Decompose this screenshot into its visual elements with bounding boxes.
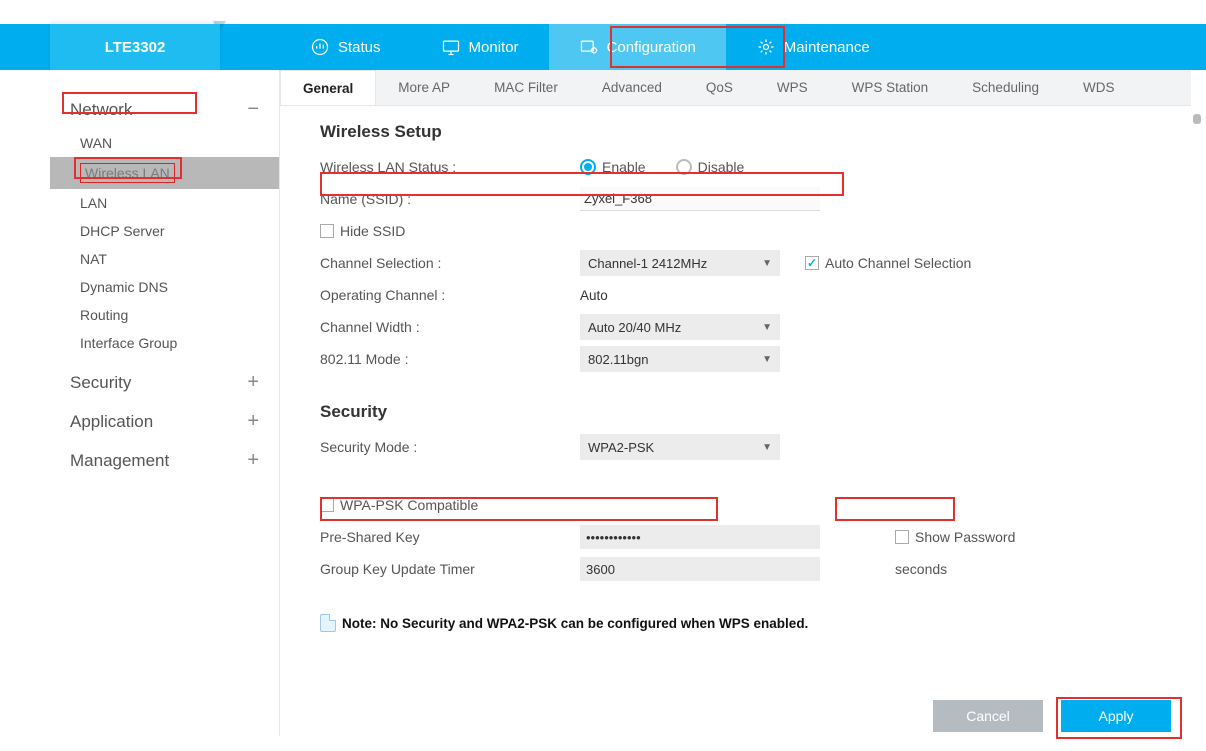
nav-status-label: Status	[338, 39, 381, 56]
operating-channel-label: Operating Channel :	[320, 287, 580, 303]
subtab-qos[interactable]: QoS	[684, 70, 755, 105]
expand-icon: +	[247, 371, 259, 394]
gkut-label: Group Key Update Timer	[320, 561, 580, 577]
sidebar-item-interface-group[interactable]: Interface Group	[50, 329, 279, 357]
device-name: LTE3302	[105, 39, 166, 56]
psk-label: Pre-Shared Key	[320, 529, 580, 545]
hide-ssid-checkbox[interactable]: Hide SSID	[320, 223, 405, 239]
show-password-checkbox[interactable]: Show Password	[895, 529, 1015, 545]
ssid-input[interactable]	[580, 187, 820, 211]
gkut-input[interactable]: 3600	[580, 557, 820, 581]
sidebar-section-label: Network	[70, 100, 132, 120]
wireless-status-label: Wireless LAN Status :	[320, 159, 580, 175]
sidebar-item-nat[interactable]: NAT	[50, 245, 279, 273]
chevron-down-icon: ▼	[762, 258, 772, 269]
status-icon	[310, 37, 330, 57]
wireless-setup-heading: Wireless Setup	[320, 122, 1151, 142]
sidebar: Network − WAN Wireless LAN LAN DHCP Serv…	[50, 70, 280, 736]
radio-disable[interactable]: Disable	[676, 159, 745, 175]
nav-monitor[interactable]: Monitor	[411, 24, 549, 70]
note-text: Note: No Security and WPA2-PSK can be co…	[342, 616, 808, 631]
wpa-psk-compatible-checkbox[interactable]: WPA-PSK Compatible	[320, 497, 478, 513]
apply-button[interactable]: Apply	[1061, 700, 1171, 732]
expand-icon: +	[247, 449, 259, 472]
auto-channel-checkbox[interactable]: Auto Channel Selection	[805, 255, 971, 271]
content-panel: Wireless Setup Wireless LAN Status : Ena…	[280, 106, 1191, 691]
configuration-icon	[579, 37, 599, 57]
mode-select[interactable]: 802.11bgn ▼	[580, 346, 780, 372]
sidebar-item-routing[interactable]: Routing	[50, 301, 279, 329]
subtab-general[interactable]: General	[280, 70, 376, 105]
sidebar-section-label: Security	[70, 373, 131, 393]
device-tab: LTE3302	[50, 24, 220, 70]
subtab-more-ap[interactable]: More AP	[376, 70, 472, 105]
footer-buttons: Cancel Apply	[280, 691, 1191, 741]
nav-status[interactable]: Status	[280, 24, 411, 70]
sidebar-section-network[interactable]: Network −	[50, 90, 279, 129]
sidebar-item-lan[interactable]: LAN	[50, 189, 279, 217]
cancel-button[interactable]: Cancel	[933, 700, 1043, 732]
channel-width-select[interactable]: Auto 20/40 MHz ▼	[580, 314, 780, 340]
sidebar-item-wireless-lan[interactable]: Wireless LAN	[50, 157, 279, 189]
channel-selection-label: Channel Selection :	[320, 255, 580, 271]
top-bar: LTE3302 Status Monitor Configuration	[0, 0, 1206, 70]
subtab-mac-filter[interactable]: MAC Filter	[472, 70, 580, 105]
chevron-down-icon: ▼	[762, 442, 772, 453]
channel-width-label: Channel Width :	[320, 319, 580, 335]
sidebar-section-management[interactable]: Management +	[50, 441, 279, 480]
collapse-icon: −	[247, 98, 259, 121]
mode-label: 802.11 Mode :	[320, 351, 580, 367]
sidebar-network-items: WAN Wireless LAN LAN DHCP Server NAT Dyn…	[50, 129, 279, 363]
gkut-unit: seconds	[895, 561, 947, 577]
info-note: Note: No Security and WPA2-PSK can be co…	[320, 614, 1151, 632]
subtab-wds[interactable]: WDS	[1061, 70, 1137, 105]
sidebar-section-label: Application	[70, 412, 153, 432]
psk-input[interactable]: ••••••••••••	[580, 525, 820, 549]
channel-selection-select[interactable]: Channel-1 2412MHz ▼	[580, 250, 780, 276]
sidebar-item-wan[interactable]: WAN	[50, 129, 279, 157]
security-mode-label: Security Mode :	[320, 439, 580, 455]
sidebar-section-application[interactable]: Application +	[50, 402, 279, 441]
nav-monitor-label: Monitor	[469, 39, 519, 56]
subtab-wps-station[interactable]: WPS Station	[830, 70, 951, 105]
subtab-bar: General More AP MAC Filter Advanced QoS …	[280, 70, 1191, 106]
security-mode-select[interactable]: WPA2-PSK ▼	[580, 434, 780, 460]
subtab-scheduling[interactable]: Scheduling	[950, 70, 1061, 105]
expand-icon: +	[247, 410, 259, 433]
ssid-label: Name (SSID) :	[320, 191, 580, 207]
chevron-down-icon: ▼	[762, 354, 772, 365]
sidebar-item-dynamic-dns[interactable]: Dynamic DNS	[50, 273, 279, 301]
sidebar-item-dhcp-server[interactable]: DHCP Server	[50, 217, 279, 245]
monitor-icon	[441, 37, 461, 57]
nav-maintenance-label: Maintenance	[784, 39, 870, 56]
main-nav: Status Monitor Configuration Maintenance	[280, 24, 900, 70]
chevron-down-icon: ▼	[762, 322, 772, 333]
subtab-advanced[interactable]: Advanced	[580, 70, 684, 105]
scrollbar-thumb[interactable]	[1193, 114, 1201, 124]
note-icon	[320, 614, 336, 632]
gear-icon	[756, 37, 776, 57]
nav-maintenance[interactable]: Maintenance	[726, 24, 900, 70]
sidebar-section-security[interactable]: Security +	[50, 363, 279, 402]
nav-configuration[interactable]: Configuration	[549, 24, 726, 70]
sidebar-section-label: Management	[70, 451, 169, 471]
nav-configuration-label: Configuration	[607, 39, 696, 56]
security-heading: Security	[320, 402, 1151, 422]
radio-enable[interactable]: Enable	[580, 159, 646, 175]
subtab-wps[interactable]: WPS	[755, 70, 830, 105]
operating-channel-value: Auto	[580, 288, 608, 303]
